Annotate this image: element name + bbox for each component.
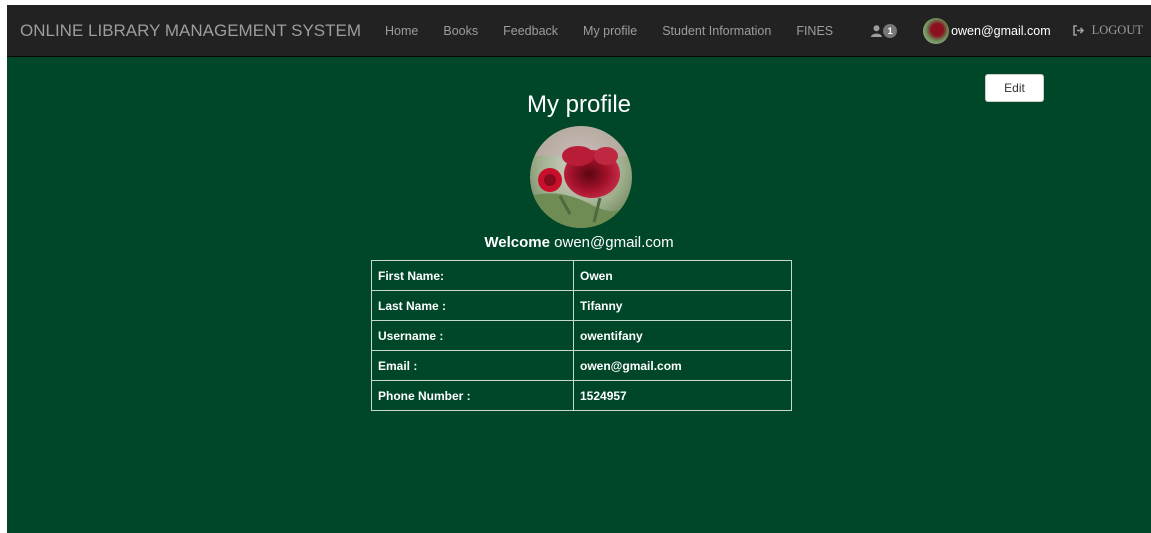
row-value: owen@gmail.com (573, 350, 792, 381)
row-value: 1524957 (573, 380, 792, 411)
brand-link[interactable]: ONLINE LIBRARY MANAGEMENT SYSTEM (7, 21, 385, 41)
table-row: First Name: Owen (371, 260, 792, 291)
nav-right: 1 owen@gmail.com LOGOUT (871, 5, 1151, 56)
nav-links: Home Books Feedback My profile Student I… (385, 24, 858, 38)
table-row: Email : owen@gmail.com (371, 350, 792, 381)
user-email: owen@gmail.com (951, 23, 1051, 38)
row-value: Tifanny (573, 290, 792, 321)
row-label: First Name: (371, 260, 574, 291)
user-icon (871, 24, 883, 37)
table-row: Last Name : Tifanny (371, 290, 792, 321)
logout-icon (1072, 25, 1084, 36)
notification-badge: 1 (883, 23, 898, 38)
nav-books[interactable]: Books (443, 24, 478, 38)
logout-label: LOGOUT (1091, 23, 1143, 37)
row-label: Phone Number : (371, 380, 574, 411)
page-title: My profile (526, 91, 632, 118)
avatar (923, 17, 950, 44)
nav-fines[interactable]: FINES (796, 24, 833, 38)
nav-home[interactable]: Home (385, 24, 418, 38)
row-value: Owen (573, 260, 792, 291)
nav-feedback[interactable]: Feedback (503, 24, 558, 38)
profile-photo (530, 126, 632, 228)
welcome-label: Welcome (484, 234, 550, 251)
profile-table: First Name: Owen Last Name : Tifanny Use… (371, 260, 792, 411)
row-label: Last Name : (371, 290, 574, 321)
table-row: Username : owentifany (371, 320, 792, 351)
logout-link[interactable]: LOGOUT (1072, 23, 1143, 38)
row-value: owentifany (573, 320, 792, 351)
table-row: Phone Number : 1524957 (371, 380, 792, 411)
welcome-message: Welcome owen@gmail.com (7, 234, 1151, 251)
row-label: Username : (371, 320, 574, 351)
nav-my-profile[interactable]: My profile (583, 24, 637, 38)
row-label: Email : (371, 350, 574, 381)
app-frame: ONLINE LIBRARY MANAGEMENT SYSTEM Home Bo… (7, 5, 1151, 533)
welcome-email: owen@gmail.com (554, 234, 674, 251)
top-navbar: ONLINE LIBRARY MANAGEMENT SYSTEM Home Bo… (7, 5, 1151, 57)
notification-button[interactable]: 1 (871, 23, 898, 38)
user-menu[interactable]: owen@gmail.com (923, 17, 1051, 44)
nav-student-information[interactable]: Student Information (662, 24, 771, 38)
